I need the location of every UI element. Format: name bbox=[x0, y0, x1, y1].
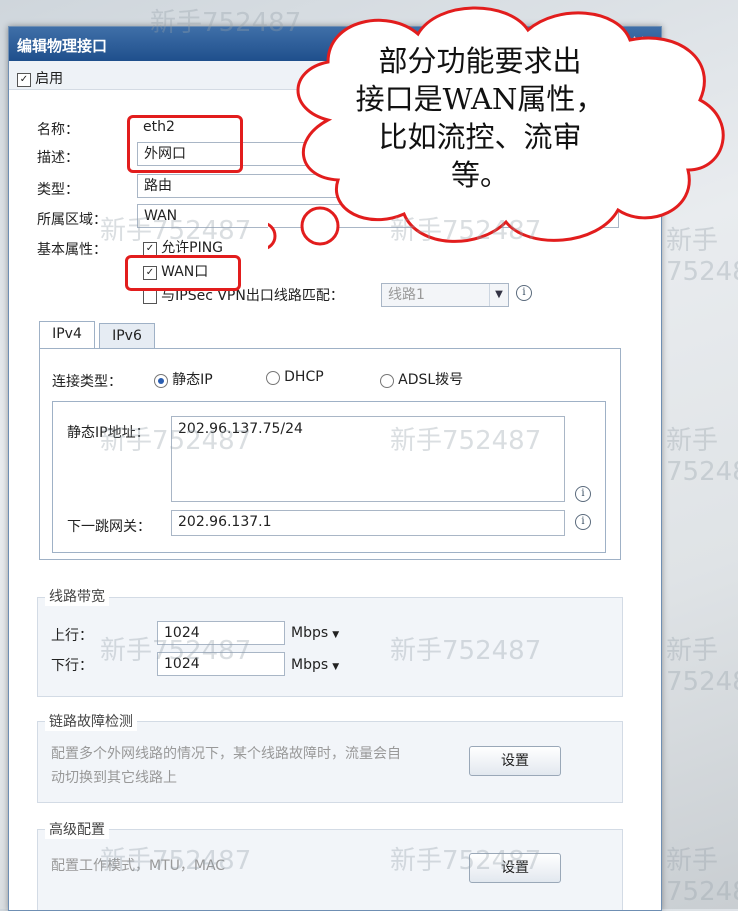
cloud-line-1: 部分功能要求出 bbox=[378, 44, 582, 78]
ipsec-line-select[interactable]: 线路1 ▼ bbox=[381, 283, 509, 307]
checkmark-icon: ✓ bbox=[17, 72, 31, 87]
type-select-value: 路由 bbox=[144, 178, 172, 194]
failure-detection-title: 链路故障检测 bbox=[45, 711, 137, 731]
basic-attr-label: 基本属性： bbox=[37, 242, 107, 258]
name-label: 名称： bbox=[37, 122, 79, 138]
ipsec-line-value: 线路1 bbox=[388, 287, 425, 303]
caret-down-icon: ▼ bbox=[332, 630, 340, 640]
allow-ping-label: 允许PING bbox=[161, 240, 224, 256]
download-input[interactable]: 1024 bbox=[157, 652, 285, 676]
enable-label: 启用 bbox=[35, 71, 64, 87]
radio-unselected-icon bbox=[266, 370, 280, 385]
info-icon[interactable]: i bbox=[575, 486, 591, 502]
radio-adsl[interactable]: ADSL拨号 bbox=[380, 369, 463, 389]
bandwidth-section bbox=[37, 597, 623, 697]
advanced-desc: 配置工作模式，MTU，MAC bbox=[51, 858, 226, 874]
zone-select-value: WAN bbox=[144, 208, 178, 224]
caret-down-icon: ▼ bbox=[332, 662, 340, 672]
radio-dhcp[interactable]: DHCP bbox=[266, 369, 324, 385]
download-unit-dropdown[interactable]: Mbps ▼ bbox=[291, 657, 339, 673]
enable-checkbox[interactable]: ✓ 启用 bbox=[17, 68, 63, 88]
chevron-down-icon: ▼ bbox=[489, 284, 508, 306]
advanced-settings-button[interactable]: 设置 bbox=[469, 853, 561, 883]
dialog-title: 编辑物理接口 bbox=[17, 37, 108, 55]
cloud-line-4: 等。 bbox=[450, 158, 509, 192]
type-label: 类型： bbox=[37, 182, 79, 198]
upload-unit-dropdown[interactable]: Mbps ▼ bbox=[291, 625, 339, 641]
desc-label: 描述： bbox=[37, 150, 79, 166]
radio-static-ip-label: 静态IP bbox=[172, 372, 213, 388]
info-icon[interactable]: i bbox=[516, 285, 532, 301]
cloud-line-2: 接口是WAN属性， bbox=[355, 82, 605, 116]
radio-static-ip[interactable]: 静态IP bbox=[154, 369, 213, 389]
failure-desc-line1: 配置多个外网线路的情况下，某个线路故障时，流量会自 bbox=[51, 746, 401, 762]
static-ip-textarea[interactable]: 202.96.137.75/24 bbox=[171, 416, 565, 502]
static-ip-label: 静态IP地址： bbox=[67, 425, 150, 441]
allow-ping-checkbox[interactable]: ✓ 允许PING bbox=[143, 237, 223, 257]
cloud-line-3: 比如流控、流审 bbox=[378, 120, 582, 154]
failure-settings-button[interactable]: 设置 bbox=[469, 746, 561, 776]
tab-ipv4[interactable]: IPv4 bbox=[39, 321, 95, 349]
upload-input[interactable]: 1024 bbox=[157, 621, 285, 645]
highlight-wan-port bbox=[125, 255, 241, 291]
radio-dhcp-label: DHCP bbox=[284, 369, 324, 385]
watermark: 新手752487 bbox=[666, 636, 738, 697]
checkmark-icon: ✓ bbox=[143, 241, 157, 256]
bandwidth-title: 线路带宽 bbox=[45, 586, 109, 606]
info-icon[interactable]: i bbox=[575, 514, 591, 530]
failure-desc-line2: 动切换到其它线路上 bbox=[51, 770, 177, 786]
advanced-title: 高级配置 bbox=[45, 819, 109, 839]
ipv4-panel: 连接类型： 静态IP DHCP ADSL拨号 静态IP地址： 202.96.13… bbox=[39, 348, 621, 560]
gateway-input[interactable]: 202.96.137.1 bbox=[171, 510, 565, 536]
watermark: 新手752487 bbox=[666, 846, 738, 907]
static-ip-subpanel: 静态IP地址： 202.96.137.75/24 i 下一跳网关： 202.96… bbox=[52, 401, 606, 553]
zone-label: 所属区域： bbox=[37, 212, 107, 228]
download-unit: Mbps bbox=[291, 657, 329, 673]
gateway-label: 下一跳网关： bbox=[67, 519, 151, 535]
radio-selected-icon bbox=[154, 373, 168, 388]
upload-label: 上行： bbox=[51, 628, 93, 644]
upload-unit: Mbps bbox=[291, 625, 329, 641]
cloud-annotation-text: 部分功能要求出 接口是WAN属性， 比如流控、流审 等。 bbox=[330, 42, 630, 194]
tab-ipv6[interactable]: IPv6 bbox=[99, 323, 155, 349]
conn-type-label: 连接类型： bbox=[52, 374, 122, 390]
radio-adsl-label: ADSL拨号 bbox=[398, 372, 464, 388]
highlight-name-desc bbox=[127, 115, 243, 173]
watermark: 新手752487 bbox=[666, 426, 738, 487]
download-label: 下行： bbox=[51, 658, 93, 674]
checkbox-unchecked-icon bbox=[143, 289, 157, 304]
radio-unselected-icon bbox=[380, 373, 394, 388]
